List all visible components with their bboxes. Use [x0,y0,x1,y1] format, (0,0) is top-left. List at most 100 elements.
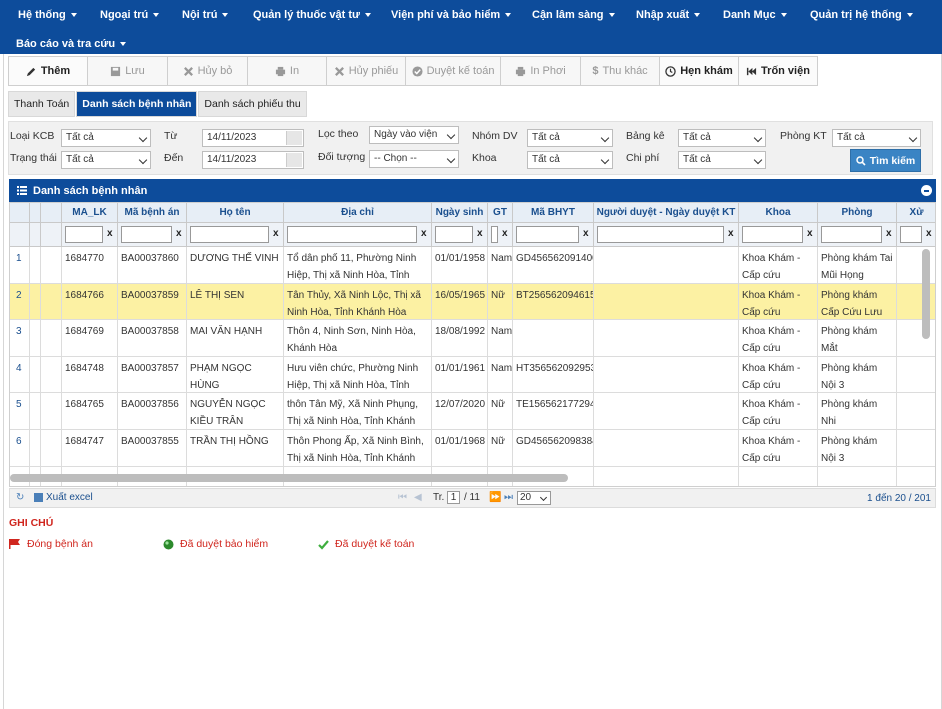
column-filter-input[interactable] [287,226,417,243]
column-filter-input[interactable] [597,226,724,243]
trang-thai-select[interactable]: Tất cả [61,151,151,169]
nav-item-quan-ly-thuoc[interactable]: Quản lý thuốc vật tư [253,9,371,21]
table-row[interactable]: 2 1684766 BA00037859 LÊ THỊ SEN Tân Thủy, Xã… [10,284,935,320]
column-filter-input[interactable] [821,226,882,243]
chi-phi-select[interactable]: Tất cả [678,151,766,169]
search-button[interactable]: Tìm kiếm [850,149,921,172]
table-cell: Nữ [488,393,513,430]
approve-accounting-button[interactable]: Duyệt kế toán [406,57,501,85]
add-button[interactable]: Thêm [9,57,88,85]
print-button[interactable]: In [248,57,327,85]
clear-filter-icon[interactable]: x [477,228,483,239]
table-cell [30,393,41,430]
escape-hospital-button[interactable]: Trốn viện [739,57,817,85]
clear-filter-icon[interactable]: x [728,228,734,239]
clear-filter-icon[interactable]: x [926,228,932,239]
filter-cell [10,223,30,247]
nav-item-noi-tru[interactable]: Nội trú [182,9,229,21]
nav-item-vien-phi[interactable]: Viện phí và bảo hiểm [391,9,512,21]
khoa-select[interactable]: Tất cả [527,151,613,169]
clear-filter-icon[interactable]: x [502,228,508,239]
column-filter-input[interactable] [491,226,498,243]
column-filter-input[interactable] [435,226,473,243]
column-filter-input[interactable] [121,226,172,243]
nhom-dv-label: Nhóm DV [472,130,518,142]
tab-danh-sach-phieu-thu[interactable]: Danh sách phiếu thu [198,91,307,117]
doi-tuong-select[interactable]: -- Chọn -- [369,150,459,168]
column-header[interactable]: Phòng [818,203,897,223]
table-row[interactable]: 6 1684747 BA00037855 TRẦN THỊ HỒNG Thôn Phon… [10,430,935,467]
first-page-icon[interactable]: ⏮ [398,492,407,503]
nav-item-can-lam-sang[interactable]: Cận lâm sàng [532,9,615,21]
column-header[interactable]: Xử [897,203,935,223]
table-cell [594,393,739,430]
clear-filter-icon[interactable]: x [176,228,182,239]
excel-icon[interactable] [34,493,43,502]
clear-filter-icon[interactable]: x [273,228,279,239]
table-row[interactable]: 3 1684769 BA00037858 MAI VĂN HẠNH Thôn 4, Ni… [10,320,935,357]
clear-filter-icon[interactable]: x [107,228,113,239]
page-number-input[interactable]: 1 [447,491,460,504]
nav-item-ngoai-tru[interactable]: Ngoại trú [100,9,160,21]
column-filter-input[interactable] [190,226,269,243]
clear-filter-icon[interactable]: x [886,228,892,239]
nav-item-bao-cao[interactable]: Báo cáo và tra cứu [16,38,127,50]
collapse-icon[interactable] [921,185,932,196]
tab-thanh-toan[interactable]: Thanh Toán [8,91,76,117]
prev-page-icon[interactable]: ◀ [414,492,422,503]
table-row[interactable]: 5 1684765 BA00037856 NGUYỄN NGỌC KIỀU TRÂN t… [10,393,935,430]
column-filter-input[interactable] [742,226,803,243]
tab-danh-sach-benh-nhan[interactable]: Danh sách bệnh nhân [76,91,198,117]
appointment-button[interactable]: Hẹn khám [660,57,739,85]
chevron-down-icon [70,13,77,18]
filter-cell: x [432,223,488,247]
column-filter-input[interactable] [900,226,922,243]
nav-item-nhap-xuat[interactable]: Nhập xuất [636,9,701,21]
tu-date-field[interactable]: 14/11/2023 [202,129,304,147]
column-header[interactable]: Mã BHYT [513,203,594,223]
vertical-scrollbar[interactable] [922,249,930,339]
table-cell: 18/08/1992 [432,320,488,357]
column-header[interactable]: GT [488,203,513,223]
column-header[interactable]: Họ tên [187,203,284,223]
table-cell: Hưu viên chức, Phường Ninh Hiệp, Thị xã … [284,357,432,393]
column-filter-input[interactable] [65,226,103,243]
loc-theo-select[interactable]: Ngày vào viện [369,126,459,144]
horizontal-scrollbar[interactable] [10,474,568,482]
header-blank [41,203,62,223]
nav-item-danh-muc[interactable]: Danh Mục [723,9,787,21]
cancel-receipt-button[interactable]: Hủy phiếu [327,57,406,85]
phong-kt-select[interactable]: Tất cả [832,129,921,147]
clear-filter-icon[interactable]: x [421,228,427,239]
column-header[interactable]: Mã bệnh án [118,203,187,223]
page-size-select[interactable]: 20 [517,491,551,505]
column-header[interactable]: Khoa [739,203,818,223]
nav-item-quan-tri[interactable]: Quản trị hệ thống [810,9,913,21]
other-fee-button[interactable]: $ Thu khác [581,57,660,85]
export-excel-link[interactable]: Xuất excel [46,492,93,503]
column-header[interactable]: MA_LK [62,203,118,223]
den-date-field[interactable]: 14/11/2023 [202,151,304,169]
clear-filter-icon[interactable]: x [807,228,813,239]
calendar-icon[interactable] [286,153,302,167]
table-row[interactable]: 4 1684748 BA00037857 PHẠM NGỌC HÙNG Hưu viên… [10,357,935,393]
save-button[interactable]: Lưu [88,57,168,85]
header-blank [10,203,30,223]
bang-ke-select[interactable]: Tất cả [678,129,766,147]
last-page-icon[interactable]: ⏭ [504,492,513,503]
cancel-button[interactable]: Hủy bỏ [168,57,248,85]
column-header[interactable]: Ngày sinh [432,203,488,223]
next-page-icon[interactable]: ⏩ [489,492,501,503]
loai-kcb-select[interactable]: Tất cả [61,129,151,147]
calendar-icon[interactable] [286,131,302,145]
nhom-dv-select[interactable]: Tất cả [527,129,613,147]
clear-filter-icon[interactable]: x [583,228,589,239]
column-filter-input[interactable] [516,226,579,243]
nav-item-he-thong[interactable]: Hệ thống [18,9,77,21]
print-slip-button[interactable]: In Phơi [501,57,581,85]
refresh-icon[interactable]: ↻ [16,492,24,503]
print-icon [516,66,526,76]
table-row[interactable]: 1 1684770 BA00037860 DƯƠNG THẾ VINH Tổ dân p… [10,247,935,284]
column-header[interactable]: Người duyệt - Ngày duyệt KT [594,203,739,223]
column-header[interactable]: Địa chỉ [284,203,432,223]
